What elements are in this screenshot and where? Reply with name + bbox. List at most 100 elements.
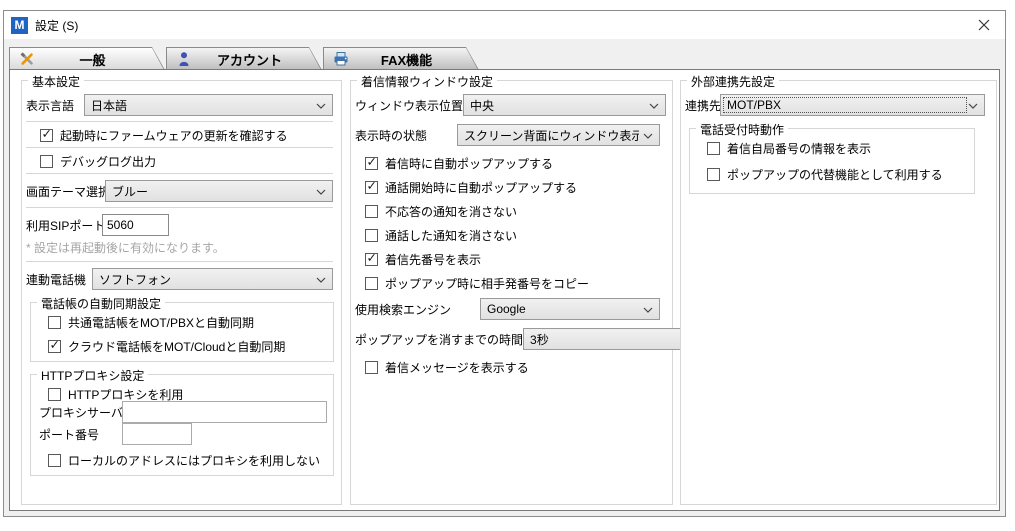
show-own-number-info-label: 着信自局番号の情報を表示 [727,140,871,157]
display-language-select[interactable]: 日本語 [84,94,333,116]
auto-popup-incoming-checkbox[interactable]: 着信時に自動ポップアップする [365,156,664,170]
firmware-update-label: 起動時にファームウェアの更新を確認する [60,127,288,144]
linked-phone-value: ソフトフォン [99,271,171,288]
show-incoming-message-checkbox[interactable]: 着信メッセージを表示する [365,360,664,374]
call-reception-group: 電話受付時動作 着信自局番号の情報を表示 ポップアップの代替機能として利用する [689,128,975,194]
tools-icon [19,51,35,67]
external-link-group-title: 外部連携先設定 [687,73,779,90]
divider [26,261,333,262]
divider [26,147,333,148]
auto-popup-incoming-label: 着信時に自動ポップアップする [385,155,553,172]
link-destination-value: MOT/PBX [727,98,781,112]
keep-answered-notification-label: 通話した通知を消さない [385,227,517,244]
proxy-port-label: ポート番号 [39,426,122,443]
copy-caller-number-checkbox[interactable]: ポップアップ時に相手発番号をコピー [365,276,664,290]
display-language-label: 表示言語 [26,97,84,114]
http-proxy-group-title: HTTPプロキシ設定 [37,367,148,384]
chevron-down-icon [643,307,653,313]
checkbox-icon [48,388,61,401]
checkbox-icon [365,181,378,194]
display-state-label: 表示時の状態 [355,127,427,144]
window-position-select[interactable]: 中央 [463,94,666,116]
checkbox-icon [365,157,378,170]
link-destination-select[interactable]: MOT/PBX [720,94,985,116]
tab-general[interactable]: 一般 [9,47,165,70]
chevron-down-icon [316,189,326,195]
close-icon [978,19,990,31]
chevron-down-icon [643,133,653,139]
phonebook-common-sync-checkbox[interactable]: 共通電話帳をMOT/PBXと自動同期 [48,315,319,329]
basic-settings-group-title: 基本設定 [28,73,84,90]
general-tab-panel: 基本設定 表示言語 日本語 起動時にファームウェアの更新を確認する [9,69,1000,511]
checkbox-icon [365,361,378,374]
copy-caller-number-label: ポップアップ時に相手発番号をコピー [385,275,589,292]
chevron-down-icon [316,277,326,283]
phonebook-common-sync-label: 共通電話帳をMOT/PBXと自動同期 [68,314,254,331]
popup-alternative-checkbox[interactable]: ポップアップの代替機能として利用する [707,167,960,181]
keep-unanswered-notification-checkbox[interactable]: 不応答の通知を消さない [365,204,664,218]
search-engine-select[interactable]: Google [480,298,660,320]
tab-account[interactable]: アカウント [166,47,322,70]
restart-note: * 設定は再起動後に有効になります。 [26,239,333,256]
firmware-update-checkbox[interactable]: 起動時にファームウェアの更新を確認する [40,128,333,142]
search-engine-label: 使用検索エンジン [355,301,451,318]
debug-log-checkbox[interactable]: デバッグログ出力 [40,154,333,168]
popup-alternative-label: ポップアップの代替機能として利用する [727,166,943,183]
call-reception-group-title: 電話受付時動作 [696,121,788,138]
checkbox-icon [48,454,61,467]
show-destination-number-label: 着信先番号を表示 [385,251,481,268]
checkbox-icon [40,129,53,142]
use-http-proxy-checkbox[interactable]: HTTPプロキシを利用 [48,387,319,401]
basic-settings-group: 基本設定 表示言語 日本語 起動時にファームウェアの更新を確認する [21,80,342,505]
proxy-port-input[interactable] [122,423,192,445]
show-own-number-info-checkbox[interactable]: 着信自局番号の情報を表示 [707,141,960,155]
divider [26,207,333,208]
settings-window: M 設定 (S) 一般 [3,10,1006,517]
close-button[interactable] [963,11,1005,39]
linked-phone-label: 連動電話機 [26,271,92,288]
display-language-value: 日本語 [91,97,127,114]
theme-select[interactable]: ブルー [105,180,333,202]
http-proxy-group: HTTPプロキシ設定 HTTPプロキシを利用 プロキシサーバ ポート番号 [30,374,334,476]
use-http-proxy-label: HTTPプロキシを利用 [68,386,183,403]
tab-fax[interactable]: FAX機能 [323,47,479,70]
proxy-server-label: プロキシサーバ [39,404,122,421]
fax-icon [333,51,349,67]
display-state-value: スクリーン背面にウィンドウ表示 [464,127,639,144]
popup-timeout-value: 3秒 [530,331,549,348]
show-incoming-message-label: 着信メッセージを表示する [385,359,529,376]
checkbox-icon [707,168,720,181]
checkbox-icon [40,155,53,168]
search-engine-value: Google [487,302,526,316]
checkbox-icon [365,205,378,218]
phonebook-sync-group: 電話帳の自動同期設定 共通電話帳をMOT/PBXと自動同期 クラウド電話帳をMO… [30,302,334,362]
show-destination-number-checkbox[interactable]: 着信先番号を表示 [365,252,664,266]
display-state-select[interactable]: スクリーン背面にウィンドウ表示 [457,124,660,146]
sip-port-input[interactable] [102,214,169,236]
checkbox-icon [365,277,378,290]
popup-timeout-select[interactable]: 3秒 [523,328,703,350]
window-title: 設定 (S) [35,17,78,34]
linked-phone-select[interactable]: ソフトフォン [92,268,333,290]
chevron-down-icon [649,103,659,109]
person-icon [176,51,192,67]
chevron-down-icon [316,103,326,109]
external-link-group: 外部連携先設定 連携先 MOT/PBX 電話受付時動作 着信自局番号の情報を表示 [680,80,997,505]
theme-value: ブルー [112,183,148,200]
checkbox-icon [48,340,61,353]
keep-answered-notification-checkbox[interactable]: 通話した通知を消さない [365,228,664,242]
chevron-down-icon [968,103,978,109]
keep-unanswered-notification-label: 不応答の通知を消さない [385,203,517,220]
phonebook-sync-group-title: 電話帳の自動同期設定 [37,295,165,312]
theme-label: 画面テーマ選択 [26,183,105,200]
divider [26,121,333,122]
tab-bar: 一般 アカウント FAX機能 [9,47,480,70]
no-proxy-local-label: ローカルのアドレスにはプロキシを利用しない [68,452,320,469]
no-proxy-local-checkbox[interactable]: ローカルのアドレスにはプロキシを利用しない [48,453,319,467]
app-logo-icon: M [11,17,28,34]
title-bar: M 設定 (S) [4,11,1005,39]
proxy-server-input[interactable] [122,401,327,423]
checkbox-icon [707,142,720,155]
phonebook-cloud-sync-checkbox[interactable]: クラウド電話帳をMOT/Cloudと自動同期 [48,339,319,353]
auto-popup-call-start-checkbox[interactable]: 通話開始時に自動ポップアップする [365,180,664,194]
